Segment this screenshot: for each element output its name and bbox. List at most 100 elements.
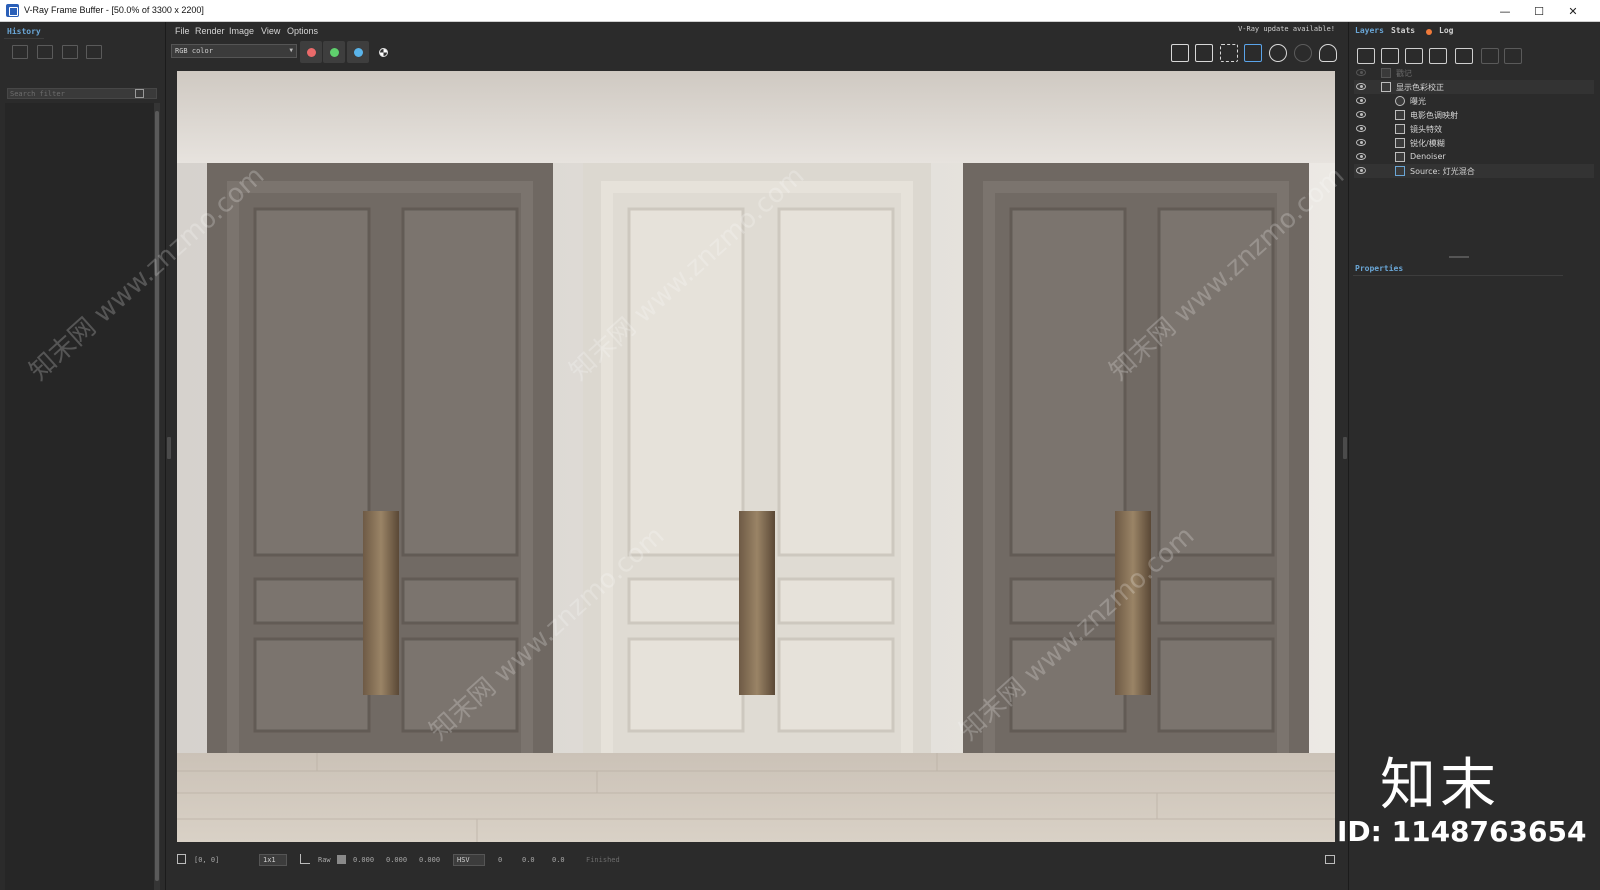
curve-icon[interactable] bbox=[300, 854, 310, 864]
pixel-v-value: 0.0 bbox=[552, 856, 565, 864]
layer-tree: 戳记 显示色彩校正 曝光 电影色调映射 镜头特效 锐化/模糊 Denoiser … bbox=[1354, 66, 1594, 216]
close-button[interactable]: ✕ bbox=[1556, 0, 1590, 22]
source-lightmix-icon bbox=[1395, 166, 1405, 176]
color-swatch bbox=[337, 855, 346, 864]
save-image-icon[interactable] bbox=[1171, 44, 1189, 62]
redo-icon[interactable] bbox=[1504, 48, 1522, 64]
color-correction-icon bbox=[1381, 82, 1391, 92]
color-mode-select[interactable]: HSV bbox=[453, 854, 485, 866]
save-layers-icon[interactable] bbox=[1405, 48, 1423, 64]
eye-icon[interactable] bbox=[1356, 167, 1366, 174]
render-viewport[interactable] bbox=[177, 71, 1335, 842]
stamp-icon bbox=[1381, 68, 1391, 78]
lens-effects-icon bbox=[1395, 124, 1405, 134]
watermark-id: ID: 1148763654 bbox=[1337, 815, 1587, 848]
eye-icon[interactable] bbox=[1356, 69, 1366, 76]
layer-list-icon[interactable] bbox=[1455, 48, 1473, 64]
layer-row-sharpen-blur[interactable]: 锐化/模糊 bbox=[1354, 136, 1594, 150]
alpha-channel-toggle[interactable] bbox=[372, 41, 394, 63]
menu-bar: File Render Image View Options V-Ray upd… bbox=[167, 22, 1347, 39]
green-channel-icon bbox=[329, 47, 339, 57]
layer-label: 电影色调映射 bbox=[1410, 111, 1458, 120]
log-toggle-icon[interactable] bbox=[1325, 855, 1335, 864]
exposure-icon bbox=[1395, 96, 1405, 106]
eye-icon[interactable] bbox=[1356, 125, 1366, 132]
tone-mapping-icon bbox=[1395, 110, 1405, 120]
chevron-down-icon: ▼ bbox=[289, 47, 293, 54]
left-panel-collapse-handle[interactable] bbox=[167, 437, 171, 459]
render-interactive-icon[interactable] bbox=[1269, 44, 1287, 62]
region-render-icon[interactable] bbox=[1220, 44, 1238, 62]
load-layers-icon[interactable] bbox=[1429, 48, 1447, 64]
eye-icon[interactable] bbox=[1356, 139, 1366, 146]
layer-label: 戳记 bbox=[1396, 69, 1412, 78]
panel-splitter[interactable] bbox=[1449, 256, 1469, 258]
minimize-button[interactable]: — bbox=[1488, 0, 1522, 22]
layer-row-display-correction[interactable]: 显示色彩校正 bbox=[1354, 80, 1594, 94]
save-history-icon[interactable] bbox=[12, 45, 28, 59]
red-channel-toggle[interactable] bbox=[300, 41, 322, 63]
search-filter-checkbox[interactable] bbox=[135, 89, 144, 98]
right-panel-collapse-handle[interactable] bbox=[1343, 437, 1347, 459]
delete-layer-icon[interactable] bbox=[1381, 48, 1399, 64]
channel-select[interactable]: RGB color ▼ bbox=[171, 44, 297, 58]
eye-icon[interactable] bbox=[1356, 111, 1366, 118]
window-title-bar: V-Ray Frame Buffer - [50.0% of 3300 x 22… bbox=[0, 0, 1600, 22]
eye-icon[interactable] bbox=[1356, 97, 1366, 104]
watermark-logo: 知末 bbox=[1380, 753, 1500, 818]
update-notice[interactable]: V-Ray update available! bbox=[1238, 25, 1335, 33]
menu-render[interactable]: Render bbox=[195, 26, 225, 36]
blue-channel-toggle[interactable] bbox=[347, 41, 369, 63]
frame-buffer-main: File Render Image View Options V-Ray upd… bbox=[167, 22, 1347, 890]
remove-history-icon[interactable] bbox=[86, 45, 102, 59]
denoiser-icon bbox=[1395, 152, 1405, 162]
undo-icon[interactable] bbox=[1481, 48, 1499, 64]
add-layer-icon[interactable] bbox=[1357, 48, 1375, 64]
stop-render-icon[interactable] bbox=[1294, 44, 1312, 62]
render-teapot-icon[interactable] bbox=[1319, 44, 1337, 62]
properties-header: Properties bbox=[1353, 262, 1563, 276]
history-list bbox=[5, 103, 155, 890]
layer-row-lens-effects[interactable]: 镜头特效 bbox=[1354, 122, 1594, 136]
history-panel: History Search filter bbox=[0, 22, 166, 890]
rendered-doors-image bbox=[177, 71, 1335, 842]
maximize-button[interactable]: ☐ bbox=[1522, 0, 1556, 22]
load-history-icon[interactable] bbox=[62, 45, 78, 59]
layer-row-exposure[interactable]: 曝光 bbox=[1354, 94, 1594, 108]
ab-compare-icon[interactable] bbox=[37, 45, 53, 59]
menu-view[interactable]: View bbox=[261, 26, 280, 36]
pixel-r-value: 0.000 bbox=[353, 856, 375, 864]
eye-icon[interactable] bbox=[1356, 83, 1366, 90]
clear-image-icon[interactable] bbox=[1195, 44, 1213, 62]
layer-label: 曝光 bbox=[1410, 97, 1426, 106]
pixel-b-value: 0.000 bbox=[419, 856, 441, 864]
history-scrollbar[interactable] bbox=[154, 103, 160, 890]
tab-layers[interactable]: Layers bbox=[1355, 26, 1384, 35]
tab-log[interactable]: Log bbox=[1439, 26, 1453, 35]
layer-row-source-lightmix[interactable]: Source: 灯光混合 bbox=[1354, 164, 1594, 178]
menu-options[interactable]: Options bbox=[287, 26, 318, 36]
pixel-s-value: 0.0 bbox=[522, 856, 535, 864]
layer-row-stamp[interactable]: 戳记 bbox=[1354, 66, 1594, 80]
tab-stats[interactable]: Stats bbox=[1391, 26, 1415, 35]
layer-label: Source: 灯光混合 bbox=[1410, 167, 1475, 176]
menu-file[interactable]: File bbox=[175, 26, 190, 36]
layer-label: 显示色彩校正 bbox=[1396, 83, 1444, 92]
history-tab[interactable]: History bbox=[4, 25, 44, 39]
green-channel-toggle[interactable] bbox=[323, 41, 345, 63]
eye-icon[interactable] bbox=[1356, 153, 1366, 160]
menu-image[interactable]: Image bbox=[229, 26, 254, 36]
vray-app-icon bbox=[6, 4, 19, 17]
zoom-select[interactable]: 1x1 bbox=[259, 854, 287, 866]
render-toolbar: RGB color ▼ bbox=[167, 39, 1347, 66]
layer-row-denoiser[interactable]: Denoiser bbox=[1354, 150, 1594, 164]
layer-row-tone-mapping[interactable]: 电影色调映射 bbox=[1354, 108, 1594, 122]
render-status: Finished bbox=[586, 856, 620, 864]
track-mouse-icon[interactable] bbox=[1244, 44, 1262, 62]
channel-select-value: RGB color bbox=[175, 47, 213, 55]
scrollbar-thumb[interactable] bbox=[155, 111, 159, 881]
alpha-channel-icon bbox=[378, 47, 388, 57]
layer-label: 镜头特效 bbox=[1410, 125, 1442, 134]
status-bar: [0, 0] 1x1 Raw 0.000 0.000 0.000 HSV 0 0… bbox=[167, 850, 1347, 870]
pin-icon[interactable] bbox=[177, 854, 186, 864]
